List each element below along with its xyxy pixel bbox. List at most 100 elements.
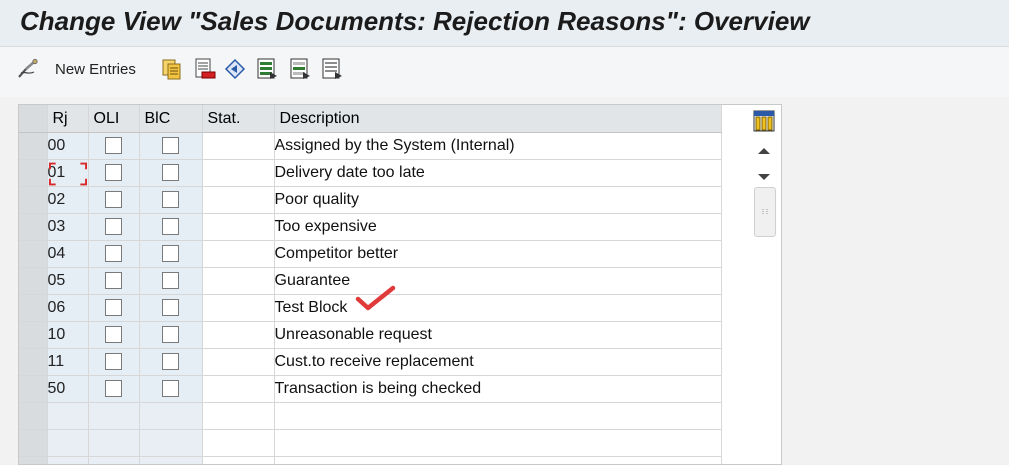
- blc-checkbox[interactable]: [162, 326, 179, 343]
- row-selector[interactable]: [19, 187, 47, 214]
- rejection-reason-code[interactable]: 04: [47, 241, 88, 268]
- scroll-down-icon[interactable]: [756, 167, 772, 177]
- checkmark-annotation-icon: [355, 284, 399, 312]
- deselect-all-icon[interactable]: [320, 57, 344, 81]
- empty-cell[interactable]: [202, 403, 274, 430]
- oli-checkbox[interactable]: [105, 353, 122, 370]
- empty-cell[interactable]: [139, 457, 202, 465]
- blc-checkbox[interactable]: [162, 218, 179, 235]
- row-selector[interactable]: [19, 457, 47, 465]
- description-cell[interactable]: Too expensive: [274, 214, 721, 241]
- blc-checkbox[interactable]: [162, 272, 179, 289]
- blc-checkbox[interactable]: [162, 137, 179, 154]
- row-selector[interactable]: [19, 295, 47, 322]
- stat-cell[interactable]: [202, 295, 274, 322]
- empty-cell[interactable]: [47, 403, 88, 430]
- new-entries-button[interactable]: New Entries: [55, 61, 136, 78]
- stat-cell[interactable]: [202, 133, 274, 160]
- delete-icon[interactable]: [193, 57, 217, 81]
- empty-cell[interactable]: [274, 457, 721, 465]
- oli-checkbox[interactable]: [105, 245, 122, 262]
- empty-cell[interactable]: [139, 403, 202, 430]
- stat-cell[interactable]: [202, 187, 274, 214]
- blc-checkbox[interactable]: [162, 380, 179, 397]
- select-all-rows-cell[interactable]: [19, 105, 47, 133]
- oli-checkbox[interactable]: [105, 164, 122, 181]
- row-selector[interactable]: [19, 241, 47, 268]
- row-selector[interactable]: [19, 430, 47, 457]
- empty-cell[interactable]: [88, 457, 139, 465]
- select-block-icon[interactable]: [288, 57, 312, 81]
- oli-checkbox[interactable]: [105, 272, 122, 289]
- description-cell[interactable]: Competitor better: [274, 241, 721, 268]
- copy-icon[interactable]: [160, 57, 184, 81]
- blc-checkbox[interactable]: [162, 245, 179, 262]
- blc-checkbox[interactable]: [162, 299, 179, 316]
- description-cell[interactable]: Poor quality: [274, 187, 721, 214]
- description-cell[interactable]: Unreasonable request: [274, 322, 721, 349]
- blc-checkbox[interactable]: [162, 353, 179, 370]
- stat-cell[interactable]: [202, 322, 274, 349]
- stat-cell[interactable]: [202, 241, 274, 268]
- vertical-scrollbar-thumb[interactable]: [754, 187, 776, 237]
- row-selector[interactable]: [19, 376, 47, 403]
- rejection-reason-code[interactable]: 10: [47, 322, 88, 349]
- description-cell[interactable]: Cust.to receive replacement: [274, 349, 721, 376]
- row-selector[interactable]: [19, 268, 47, 295]
- oli-checkbox[interactable]: [105, 380, 122, 397]
- column-header-blc[interactable]: BlC: [139, 105, 202, 133]
- glasses-icon[interactable]: [16, 57, 40, 81]
- oli-checkbox[interactable]: [105, 299, 122, 316]
- oli-checkbox[interactable]: [105, 137, 122, 154]
- description-cell[interactable]: Transaction is being checked: [274, 376, 721, 403]
- stat-cell[interactable]: [202, 160, 274, 187]
- empty-cell[interactable]: [88, 403, 139, 430]
- select-all-icon[interactable]: [255, 57, 279, 81]
- empty-cell[interactable]: [47, 430, 88, 457]
- description-cell[interactable]: Guarantee: [274, 268, 721, 295]
- rejection-reason-code[interactable]: 02: [47, 187, 88, 214]
- empty-cell[interactable]: [88, 430, 139, 457]
- empty-cell[interactable]: [274, 430, 721, 457]
- rejection-reason-code[interactable]: 00: [47, 133, 88, 160]
- column-header-stat[interactable]: Stat.: [202, 105, 274, 133]
- rejection-reason-code[interactable]: 50: [47, 376, 88, 403]
- oli-checkbox[interactable]: [105, 326, 122, 343]
- scroll-up-icon[interactable]: [756, 141, 772, 151]
- description-text: Cust.to receive replacement: [275, 353, 474, 370]
- description-cell[interactable]: Test Block: [274, 295, 721, 322]
- row-selector[interactable]: [19, 160, 47, 187]
- rejection-reason-code[interactable]: 05: [47, 268, 88, 295]
- rejection-reason-code[interactable]: 11: [47, 349, 88, 376]
- oli-checkbox[interactable]: [105, 218, 122, 235]
- stat-cell[interactable]: [202, 349, 274, 376]
- column-header-oli[interactable]: OLI: [88, 105, 139, 133]
- empty-cell[interactable]: [274, 403, 721, 430]
- stat-cell[interactable]: [202, 268, 274, 295]
- empty-cell[interactable]: [202, 457, 274, 465]
- column-header-rj[interactable]: Rj: [47, 105, 88, 133]
- row-selector[interactable]: [19, 214, 47, 241]
- empty-cell[interactable]: [139, 430, 202, 457]
- rejection-reason-code[interactable]: 06: [47, 295, 88, 322]
- description-cell[interactable]: Delivery date too late: [274, 160, 721, 187]
- blc-checkbox[interactable]: [162, 191, 179, 208]
- blc-checkbox[interactable]: [162, 164, 179, 181]
- stat-cell[interactable]: [202, 214, 274, 241]
- undo-icon[interactable]: [223, 57, 247, 81]
- column-header-description[interactable]: Description: [274, 105, 721, 133]
- rj-code-text: 03: [48, 218, 66, 235]
- row-selector[interactable]: [19, 133, 47, 160]
- empty-cell[interactable]: [47, 457, 88, 465]
- table-settings-icon[interactable]: [753, 110, 775, 132]
- description-cell[interactable]: Assigned by the System (Internal): [274, 133, 721, 160]
- row-selector[interactable]: [19, 349, 47, 376]
- description-text: Guarantee: [275, 272, 351, 289]
- row-selector[interactable]: [19, 322, 47, 349]
- empty-cell[interactable]: [202, 430, 274, 457]
- stat-cell[interactable]: [202, 376, 274, 403]
- rejection-reason-code[interactable]: 01: [47, 160, 88, 187]
- rejection-reason-code[interactable]: 03: [47, 214, 88, 241]
- oli-checkbox[interactable]: [105, 191, 122, 208]
- row-selector[interactable]: [19, 403, 47, 430]
